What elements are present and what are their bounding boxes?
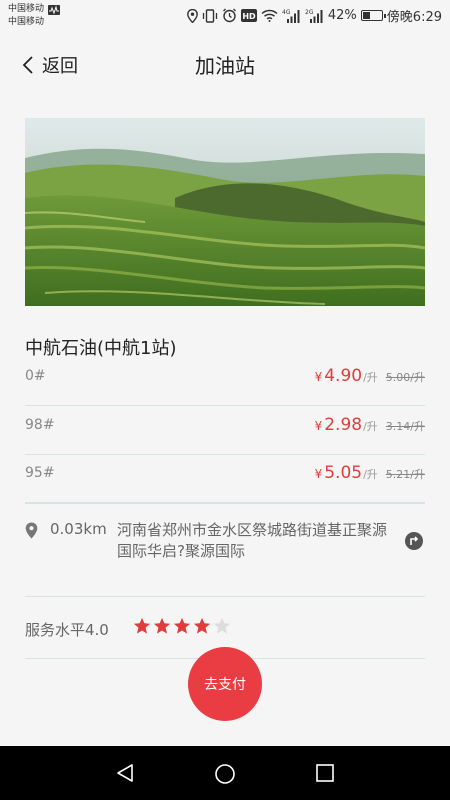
- carrier-1: 中国移动: [8, 4, 45, 14]
- fuel-row[interactable]: 98# ¥ 2.98 /升 3.14/升: [25, 407, 425, 455]
- battery-percent: 42%: [327, 8, 357, 23]
- system-nav-bar: [0, 746, 450, 800]
- pay-button[interactable]: 去支付: [188, 647, 262, 721]
- vibrate-icon: [202, 8, 218, 23]
- battery-icon: [360, 10, 386, 21]
- carrier-2: 中国移动: [8, 17, 45, 27]
- fuel-grade: 0#: [25, 368, 46, 384]
- star-icon: [193, 617, 211, 634]
- page-header: 返回 加油站: [0, 34, 450, 94]
- fuel-unit: /升: [363, 420, 378, 433]
- currency-symbol: ¥: [314, 370, 323, 384]
- fuel-old-price: 5.21/升: [385, 468, 425, 481]
- page-title: 加油站: [195, 54, 255, 78]
- fuel-price: 4.90: [324, 366, 363, 386]
- currency-symbol: ¥: [314, 419, 323, 433]
- nav-recent-icon[interactable]: [316, 764, 334, 782]
- location-icon: [186, 8, 198, 23]
- location-block: 0.03km 河南省郑州市金水区祭城路街道基正聚源国际华启?聚源国际: [25, 503, 425, 597]
- carrier-info: 中国移动 中国移动: [8, 3, 61, 29]
- fuel-grade: 98#: [25, 417, 55, 433]
- star-icon: [153, 617, 171, 634]
- fuel-row[interactable]: 95# ¥ 5.05 /升 5.21/升: [25, 455, 425, 503]
- pay-button-label: 去支付: [204, 677, 246, 693]
- signal-4g-icon: 4G: [282, 9, 300, 23]
- alarm-icon: [222, 8, 236, 23]
- hd-icon: HD: [240, 9, 257, 22]
- fuel-price: 5.05: [324, 463, 363, 483]
- navigate-icon: [410, 536, 419, 545]
- navigate-button[interactable]: [405, 532, 423, 550]
- battery-fill: [362, 12, 370, 19]
- fuel-prices: ¥ 4.90 /升 5.00/升: [315, 366, 425, 386]
- distance: 0.03km: [50, 520, 107, 538]
- signal-2g-icon: 2G: [305, 9, 323, 23]
- fuel-price: 2.98: [324, 415, 363, 435]
- wifi-icon: [261, 9, 278, 22]
- fuel-unit: /升: [363, 371, 378, 384]
- station-name: 中航石油(中航1站): [25, 338, 177, 359]
- star-icon: [213, 617, 231, 634]
- fuel-old-price: 3.14/升: [385, 420, 425, 433]
- fuel-row[interactable]: 0# ¥ 4.90 /升 5.00/升: [25, 358, 425, 406]
- star-icon: [133, 617, 151, 634]
- status-icons: HD 4G 2G 42% 傍晚6:29: [186, 6, 442, 25]
- nav-back-icon[interactable]: [115, 763, 135, 783]
- location-pin-icon: [25, 522, 38, 539]
- star-rating: [133, 617, 231, 635]
- svg-text:4G: 4G: [282, 9, 291, 16]
- fuel-prices: ¥ 5.05 /升 5.21/升: [315, 463, 425, 483]
- service-level-label: 服务水平4.0: [25, 621, 109, 639]
- fuel-old-price: 5.00/升: [385, 371, 425, 384]
- fuel-grade: 95#: [25, 465, 55, 481]
- currency-symbol: ¥: [314, 467, 323, 481]
- station-photo: [25, 118, 425, 306]
- svg-text:HD: HD: [242, 12, 256, 21]
- clock: 傍晚6:29: [386, 10, 442, 25]
- fuel-unit: /升: [363, 468, 378, 481]
- nav-home-icon[interactable]: [214, 763, 236, 785]
- star-icon: [173, 617, 191, 634]
- address-text: 河南省郑州市金水区祭城路街道基正聚源国际华启?聚源国际: [117, 521, 388, 560]
- svg-text:2G: 2G: [305, 9, 314, 16]
- fuel-prices: ¥ 2.98 /升 3.14/升: [315, 415, 425, 435]
- activity-icon: [48, 4, 61, 15]
- status-bar: 中国移动 中国移动 HD 4G 2G 42% 傍晚6:29: [0, 0, 450, 34]
